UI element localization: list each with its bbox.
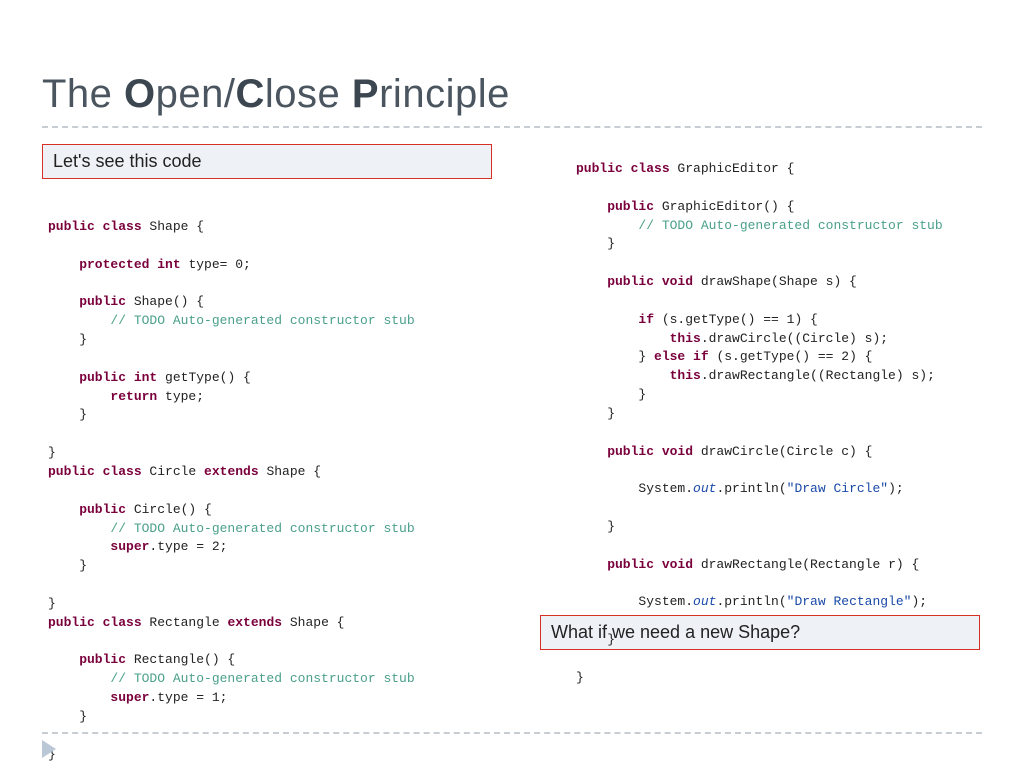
title-bold-o: O [124, 72, 156, 116]
title-part: rinciple [379, 72, 510, 116]
code-block-left: public class Shape { protected int type=… [48, 218, 415, 764]
next-slide-icon[interactable] [42, 740, 56, 758]
title-bold-c: C [236, 72, 265, 116]
callout-top: Let's see this code [42, 144, 492, 179]
code-block-right: public class GraphicEditor { public Grap… [576, 160, 943, 688]
title-bold-p: P [352, 72, 379, 116]
slide-title: The Open/Close Principle [42, 0, 982, 117]
slide: The Open/Close Principle Let's see this … [0, 0, 1024, 768]
title-part: pen/ [156, 72, 236, 116]
title-part: lose [265, 72, 352, 116]
title-part: The [42, 72, 124, 116]
divider-top [42, 126, 982, 128]
